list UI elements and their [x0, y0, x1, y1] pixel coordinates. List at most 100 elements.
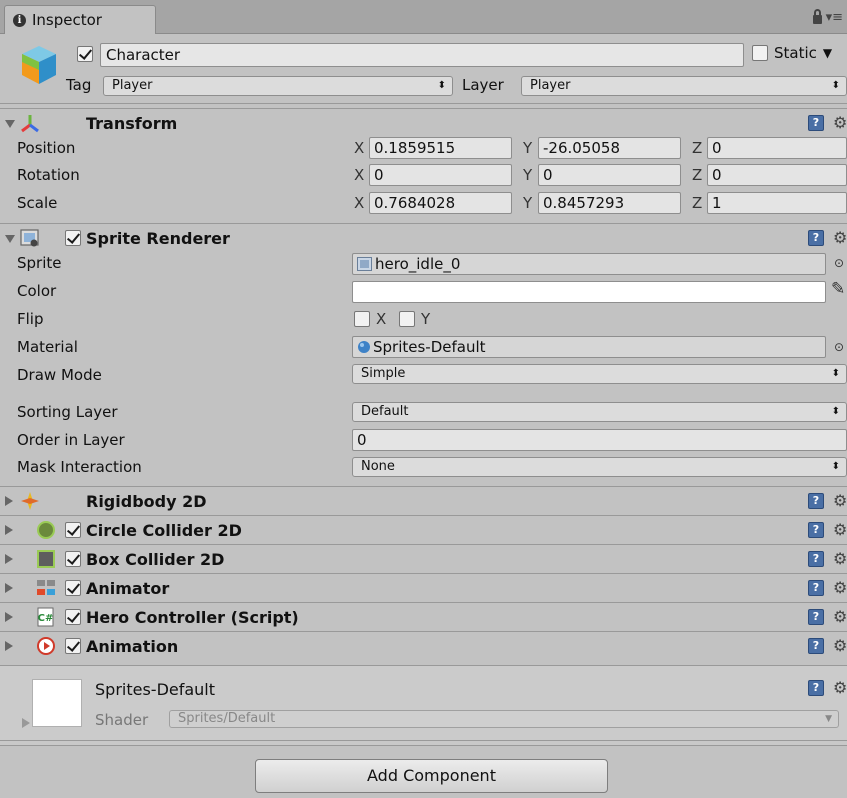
script-icon: C#: [37, 607, 54, 627]
help-icon[interactable]: ?: [808, 638, 824, 654]
foldout-closed-icon[interactable]: [5, 641, 13, 651]
axis-y-label: Y: [523, 194, 533, 212]
rotation-x-field[interactable]: 0: [369, 164, 512, 186]
help-icon[interactable]: ?: [808, 680, 824, 696]
static-toggle[interactable]: Static ▼: [752, 44, 832, 62]
tag-dropdown[interactable]: Player ⬍: [103, 76, 453, 96]
sprite-renderer-enabled-checkbox[interactable]: [65, 230, 81, 246]
help-icon[interactable]: ?: [808, 580, 824, 596]
draw-mode-dropdown[interactable]: Simple ⬍: [352, 364, 847, 384]
gameobject-cube-icon: [22, 46, 56, 84]
add-component-button[interactable]: Add Component: [255, 759, 608, 793]
animator-icon: [37, 580, 55, 595]
shader-dropdown[interactable]: Sprites/Default ▼: [169, 710, 839, 728]
rotation-y-field[interactable]: 0: [538, 164, 681, 186]
draw-mode-label: Draw Mode: [17, 366, 102, 384]
sorting-layer-label: Sorting Layer: [17, 403, 118, 421]
order-in-layer-field[interactable]: 0: [352, 429, 847, 451]
section-divider: [0, 740, 847, 746]
material-section: Sprites-Default ? ⚙ Shader Sprites/Defau…: [0, 665, 847, 740]
dropdown-arrow-icon: ⬍: [831, 368, 840, 379]
rotation-z-field[interactable]: 0: [707, 164, 847, 186]
object-name-field[interactable]: Character: [100, 43, 744, 67]
gear-icon[interactable]: ⚙: [833, 520, 847, 539]
box-collider-2d-title: Box Collider 2D: [86, 550, 225, 569]
foldout-closed-icon[interactable]: [5, 554, 13, 564]
gear-icon[interactable]: ⚙: [833, 607, 847, 626]
scale-label: Scale: [17, 194, 58, 212]
component-header-animation[interactable]: Animation ? ⚙: [0, 631, 847, 659]
help-icon[interactable]: ?: [808, 230, 824, 246]
scale-x-field[interactable]: 0.7684028: [369, 192, 512, 214]
component-header-sprite-renderer[interactable]: Sprite Renderer ? ⚙: [0, 223, 847, 251]
axis-x-label: X: [354, 194, 365, 212]
component-header-circle-collider-2d[interactable]: Circle Collider 2D ? ⚙: [0, 515, 847, 543]
rigidbody-icon: [21, 492, 39, 510]
sprite-field[interactable]: hero_idle_0: [352, 253, 826, 275]
flip-x-checkbox[interactable]: [354, 311, 370, 327]
lock-icon[interactable]: [812, 9, 822, 24]
help-icon[interactable]: ?: [808, 522, 824, 538]
help-icon[interactable]: ?: [808, 551, 824, 567]
box-collider-enabled-checkbox[interactable]: [65, 551, 81, 567]
material-field[interactable]: Sprites-Default: [352, 336, 826, 358]
help-icon[interactable]: ?: [808, 493, 824, 509]
foldout-closed-icon[interactable]: [5, 496, 13, 506]
sprite-renderer-title: Sprite Renderer: [86, 229, 230, 248]
sorting-layer-value: Default: [361, 404, 409, 419]
foldout-closed-icon[interactable]: [5, 525, 13, 535]
foldout-closed-icon[interactable]: [22, 718, 30, 728]
material-sphere-icon: [358, 341, 370, 353]
mask-interaction-dropdown[interactable]: None ⬍: [352, 457, 847, 477]
gear-icon[interactable]: ⚙: [833, 636, 847, 655]
gear-icon[interactable]: ⚙: [833, 113, 847, 132]
animation-enabled-checkbox[interactable]: [65, 638, 81, 654]
position-y-field[interactable]: -26.05058: [538, 137, 681, 159]
flip-y-checkbox[interactable]: [399, 311, 415, 327]
dropdown-arrow-icon: ⬍: [831, 80, 840, 91]
sprite-renderer-icon: [20, 229, 39, 247]
sorting-layer-dropdown[interactable]: Default ⬍: [352, 402, 847, 422]
gear-icon[interactable]: ⚙: [833, 678, 847, 697]
active-checkbox[interactable]: [77, 46, 93, 62]
position-z-field[interactable]: 0: [707, 137, 847, 159]
dropdown-arrow-icon: ⬍: [437, 80, 446, 91]
component-header-transform[interactable]: Transform ? ⚙: [0, 108, 847, 136]
tab-inspector[interactable]: i Inspector: [4, 5, 156, 34]
foldout-open-icon[interactable]: [5, 235, 15, 243]
gameobject-header: Character Static ▼ Tag Player ⬍ Layer Pl…: [0, 34, 847, 104]
layer-value: Player: [530, 78, 571, 93]
position-x-field[interactable]: 0.1859515: [369, 137, 512, 159]
tab-controls: ▾≡: [812, 9, 843, 25]
gear-icon[interactable]: ⚙: [833, 228, 847, 247]
foldout-closed-icon[interactable]: [5, 612, 13, 622]
foldout-closed-icon[interactable]: [5, 583, 13, 593]
gear-icon[interactable]: ⚙: [833, 491, 847, 510]
gear-icon[interactable]: ⚙: [833, 578, 847, 597]
component-header-hero-controller[interactable]: C# Hero Controller (Script) ? ⚙: [0, 602, 847, 630]
circle-collider-enabled-checkbox[interactable]: [65, 522, 81, 538]
material-value: Sprites-Default: [373, 338, 486, 356]
static-dropdown-icon[interactable]: ▼: [823, 46, 832, 60]
static-checkbox[interactable]: [752, 45, 768, 61]
help-icon[interactable]: ?: [808, 115, 824, 131]
menu-icon[interactable]: ▾≡: [826, 10, 843, 25]
color-field[interactable]: [352, 281, 826, 303]
animator-enabled-checkbox[interactable]: [65, 580, 81, 596]
scale-z-field[interactable]: 1: [707, 192, 847, 214]
object-picker-icon[interactable]: ⊙: [834, 256, 844, 270]
animator-title: Animator: [86, 579, 170, 598]
eyedropper-icon[interactable]: ✎: [831, 279, 845, 299]
component-header-animator[interactable]: Animator ? ⚙: [0, 573, 847, 601]
hero-controller-enabled-checkbox[interactable]: [65, 609, 81, 625]
gear-icon[interactable]: ⚙: [833, 549, 847, 568]
component-header-rigidbody-2d[interactable]: Rigidbody 2D ? ⚙: [0, 486, 847, 514]
axis-y-label: Y: [523, 166, 533, 184]
layer-dropdown[interactable]: Player ⬍: [521, 76, 847, 96]
component-header-box-collider-2d[interactable]: Box Collider 2D ? ⚙: [0, 544, 847, 572]
help-icon[interactable]: ?: [808, 609, 824, 625]
scale-y-field[interactable]: 0.8457293: [538, 192, 681, 214]
foldout-open-icon[interactable]: [5, 120, 15, 128]
circle-collider-2d-title: Circle Collider 2D: [86, 521, 242, 540]
object-picker-icon[interactable]: ⊙: [834, 340, 844, 354]
